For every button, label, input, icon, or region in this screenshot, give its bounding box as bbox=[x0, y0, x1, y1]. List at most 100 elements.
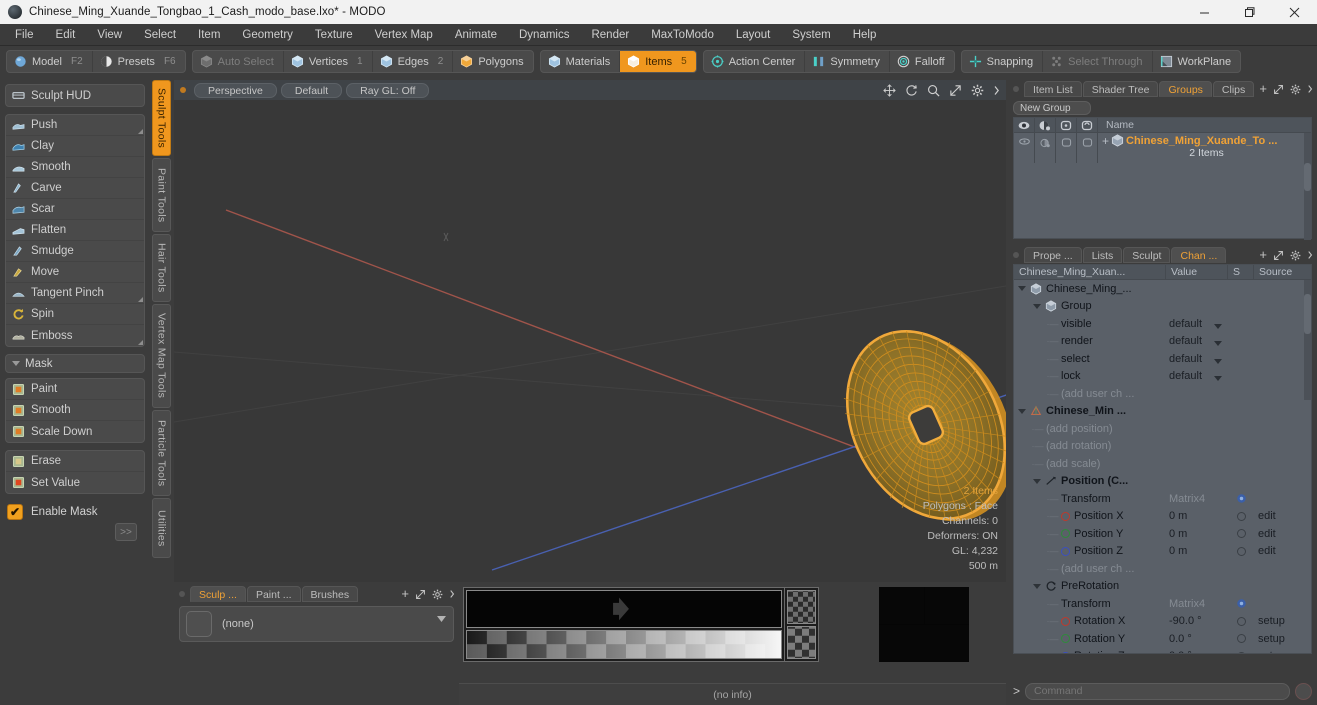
mode-button-vertices[interactable]: Vertices 1 bbox=[284, 51, 373, 72]
menu-item-help[interactable]: Help bbox=[842, 24, 888, 46]
panel-menu-dot-icon[interactable] bbox=[1013, 252, 1019, 258]
row-render-toggle[interactable] bbox=[1035, 133, 1056, 163]
vertical-tab-paint-tools[interactable]: Paint Tools bbox=[152, 158, 171, 232]
channel-keyframe-icon[interactable] bbox=[1236, 529, 1246, 539]
brush-preset-selector[interactable]: (none) bbox=[179, 606, 454, 642]
menu-item-texture[interactable]: Texture bbox=[304, 24, 364, 46]
sculpt-tool-tangent-pinch[interactable]: Tangent Pinch bbox=[6, 283, 144, 304]
channel-row-group[interactable]: Group bbox=[1014, 298, 1311, 316]
mode-button-presets[interactable]: Presets F6 bbox=[93, 51, 185, 72]
fit-icon[interactable] bbox=[1273, 84, 1284, 95]
groups-list-row[interactable]: + Chinese_Ming_Xuande_To ... 2 Items bbox=[1014, 133, 1311, 163]
channel-value-cell[interactable]: default bbox=[1166, 318, 1228, 330]
channel-s-cell[interactable] bbox=[1228, 616, 1254, 626]
mask-tool-smooth[interactable]: Smooth bbox=[6, 400, 144, 421]
channel-row-lock[interactable]: ·— lock default bbox=[1014, 368, 1311, 386]
tab-chan[interactable]: Chan ... bbox=[1171, 247, 1227, 263]
gear-icon[interactable] bbox=[971, 84, 984, 97]
channels-scrollbar-thumb[interactable] bbox=[1304, 294, 1311, 334]
viewport-menu-dot-icon[interactable] bbox=[180, 87, 186, 93]
channel-row-transform[interactable]: ·— Transform Matrix4 bbox=[1014, 595, 1311, 613]
channel-row-select[interactable]: ·— select default bbox=[1014, 350, 1311, 368]
mask-tool-set-value[interactable]: Set Value bbox=[6, 472, 144, 493]
sculpt-tool-carve[interactable]: Carve bbox=[6, 178, 144, 199]
sculpt-tool-clay[interactable]: Clay bbox=[6, 136, 144, 157]
mask-tool-erase[interactable]: Erase bbox=[6, 451, 144, 472]
sculpt-tool-smudge[interactable]: Smudge bbox=[6, 241, 144, 262]
quad-preview[interactable] bbox=[879, 587, 969, 662]
tab-item-list[interactable]: Item List bbox=[1024, 81, 1082, 97]
chevron-down-icon[interactable] bbox=[1214, 358, 1222, 364]
channel-keyframe-icon[interactable] bbox=[1236, 634, 1246, 644]
channel-source-cell[interactable]: edit bbox=[1254, 528, 1311, 540]
channel-s-cell[interactable] bbox=[1228, 493, 1254, 504]
menu-item-dynamics[interactable]: Dynamics bbox=[508, 24, 580, 46]
channel-s-cell[interactable] bbox=[1228, 634, 1254, 644]
tab-paint[interactable]: Paint ... bbox=[246, 586, 301, 602]
channel-source-cell[interactable]: edit bbox=[1254, 545, 1311, 557]
channel-value-cell[interactable]: default bbox=[1166, 353, 1228, 365]
image-preview-block[interactable] bbox=[463, 587, 785, 662]
gear-icon[interactable] bbox=[1236, 598, 1247, 609]
fit-icon[interactable] bbox=[949, 84, 962, 97]
channel-row-chinese-ming[interactable]: Chinese_Ming_... bbox=[1014, 280, 1311, 298]
mode-button-symmetry[interactable]: Symmetry bbox=[805, 51, 890, 72]
channel-row--add-user-ch[interactable]: ·— (add user ch ... bbox=[1014, 560, 1311, 578]
chevron-down-icon[interactable] bbox=[1018, 286, 1026, 292]
mode-button-falloff[interactable]: Falloff bbox=[890, 51, 954, 72]
channel-row-position-c[interactable]: Position (C... bbox=[1014, 473, 1311, 491]
tab-clips[interactable]: Clips bbox=[1212, 81, 1255, 97]
expand-plus-icon[interactable]: + bbox=[1102, 135, 1109, 147]
raygl-dropdown[interactable]: Ray GL: Off bbox=[346, 82, 430, 98]
mode-button-edges[interactable]: Edges 2 bbox=[373, 51, 454, 72]
maximize-icon[interactable] bbox=[1227, 0, 1272, 24]
command-history-knob[interactable] bbox=[1295, 682, 1312, 700]
menu-item-file[interactable]: File bbox=[4, 24, 45, 46]
tab-sculpt[interactable]: Sculpt bbox=[1123, 247, 1171, 263]
tab-brushes[interactable]: Brushes bbox=[301, 586, 359, 602]
tab-lists[interactable]: Lists bbox=[1082, 247, 1123, 263]
mask-tool-scale-down[interactable]: Scale Down bbox=[6, 421, 144, 442]
add-tab-icon[interactable]: + bbox=[1259, 248, 1267, 261]
chevron-down-icon[interactable] bbox=[1033, 583, 1041, 589]
menu-item-geometry[interactable]: Geometry bbox=[231, 24, 304, 46]
viewport-canvas[interactable]: Y X Z 2 Items Polygons : Face Channels: … bbox=[174, 100, 1006, 582]
channel-row-position-z[interactable]: ·— Position Z 0 m edit bbox=[1014, 543, 1311, 561]
chevron-down-icon[interactable] bbox=[1214, 341, 1222, 347]
mode-button-items[interactable]: Items 5 bbox=[620, 51, 696, 72]
channel-keyframe-icon[interactable] bbox=[1236, 616, 1246, 626]
menu-item-animate[interactable]: Animate bbox=[444, 24, 508, 46]
sculpt-tool-move[interactable]: Move bbox=[6, 262, 144, 283]
sculpt-hud-button[interactable]: Sculpt HUD bbox=[6, 85, 144, 106]
close-icon[interactable] bbox=[1272, 0, 1317, 24]
chevron-right-icon[interactable] bbox=[449, 589, 455, 599]
chevron-down-icon[interactable] bbox=[1214, 376, 1222, 382]
menu-item-edit[interactable]: Edit bbox=[45, 24, 87, 46]
channel-row--add-scale[interactable]: ·— (add scale) bbox=[1014, 455, 1311, 473]
thumbnail-column[interactable] bbox=[785, 587, 819, 662]
eye-icon[interactable] bbox=[1014, 117, 1035, 133]
chevron-down-icon[interactable] bbox=[1018, 408, 1026, 414]
sculpt-tool-emboss[interactable]: Emboss bbox=[6, 325, 144, 346]
command-input[interactable] bbox=[1025, 682, 1290, 700]
menu-item-item[interactable]: Item bbox=[187, 24, 231, 46]
chevron-down-icon[interactable] bbox=[1033, 478, 1041, 484]
row-eye-toggle[interactable] bbox=[1014, 133, 1035, 163]
channel-source-cell[interactable]: edit bbox=[1254, 510, 1311, 522]
minimize-icon[interactable] bbox=[1182, 0, 1227, 24]
row-select-toggle[interactable] bbox=[1056, 133, 1077, 163]
menu-item-system[interactable]: System bbox=[781, 24, 841, 46]
channel-value-cell[interactable]: 0 m bbox=[1166, 528, 1228, 540]
channel-row-position-x[interactable]: ·— Position X 0 m edit bbox=[1014, 508, 1311, 526]
gear-icon[interactable] bbox=[1290, 84, 1301, 95]
tab-shader-tree[interactable]: Shader Tree bbox=[1082, 81, 1159, 97]
fit-icon[interactable] bbox=[1273, 250, 1284, 261]
channel-row--add-position[interactable]: ·— (add position) bbox=[1014, 420, 1311, 438]
channel-keyframe-icon[interactable] bbox=[1236, 546, 1246, 556]
group-item-name[interactable]: Chinese_Ming_Xuande_To ... bbox=[1126, 135, 1277, 147]
more-options-corner-icon[interactable] bbox=[138, 129, 143, 134]
menu-item-view[interactable]: View bbox=[86, 24, 133, 46]
checkmark-icon[interactable]: ✔ bbox=[7, 504, 23, 520]
sculpt-tool-smooth[interactable]: Smooth bbox=[6, 157, 144, 178]
sculpt-tool-flatten[interactable]: Flatten bbox=[6, 220, 144, 241]
